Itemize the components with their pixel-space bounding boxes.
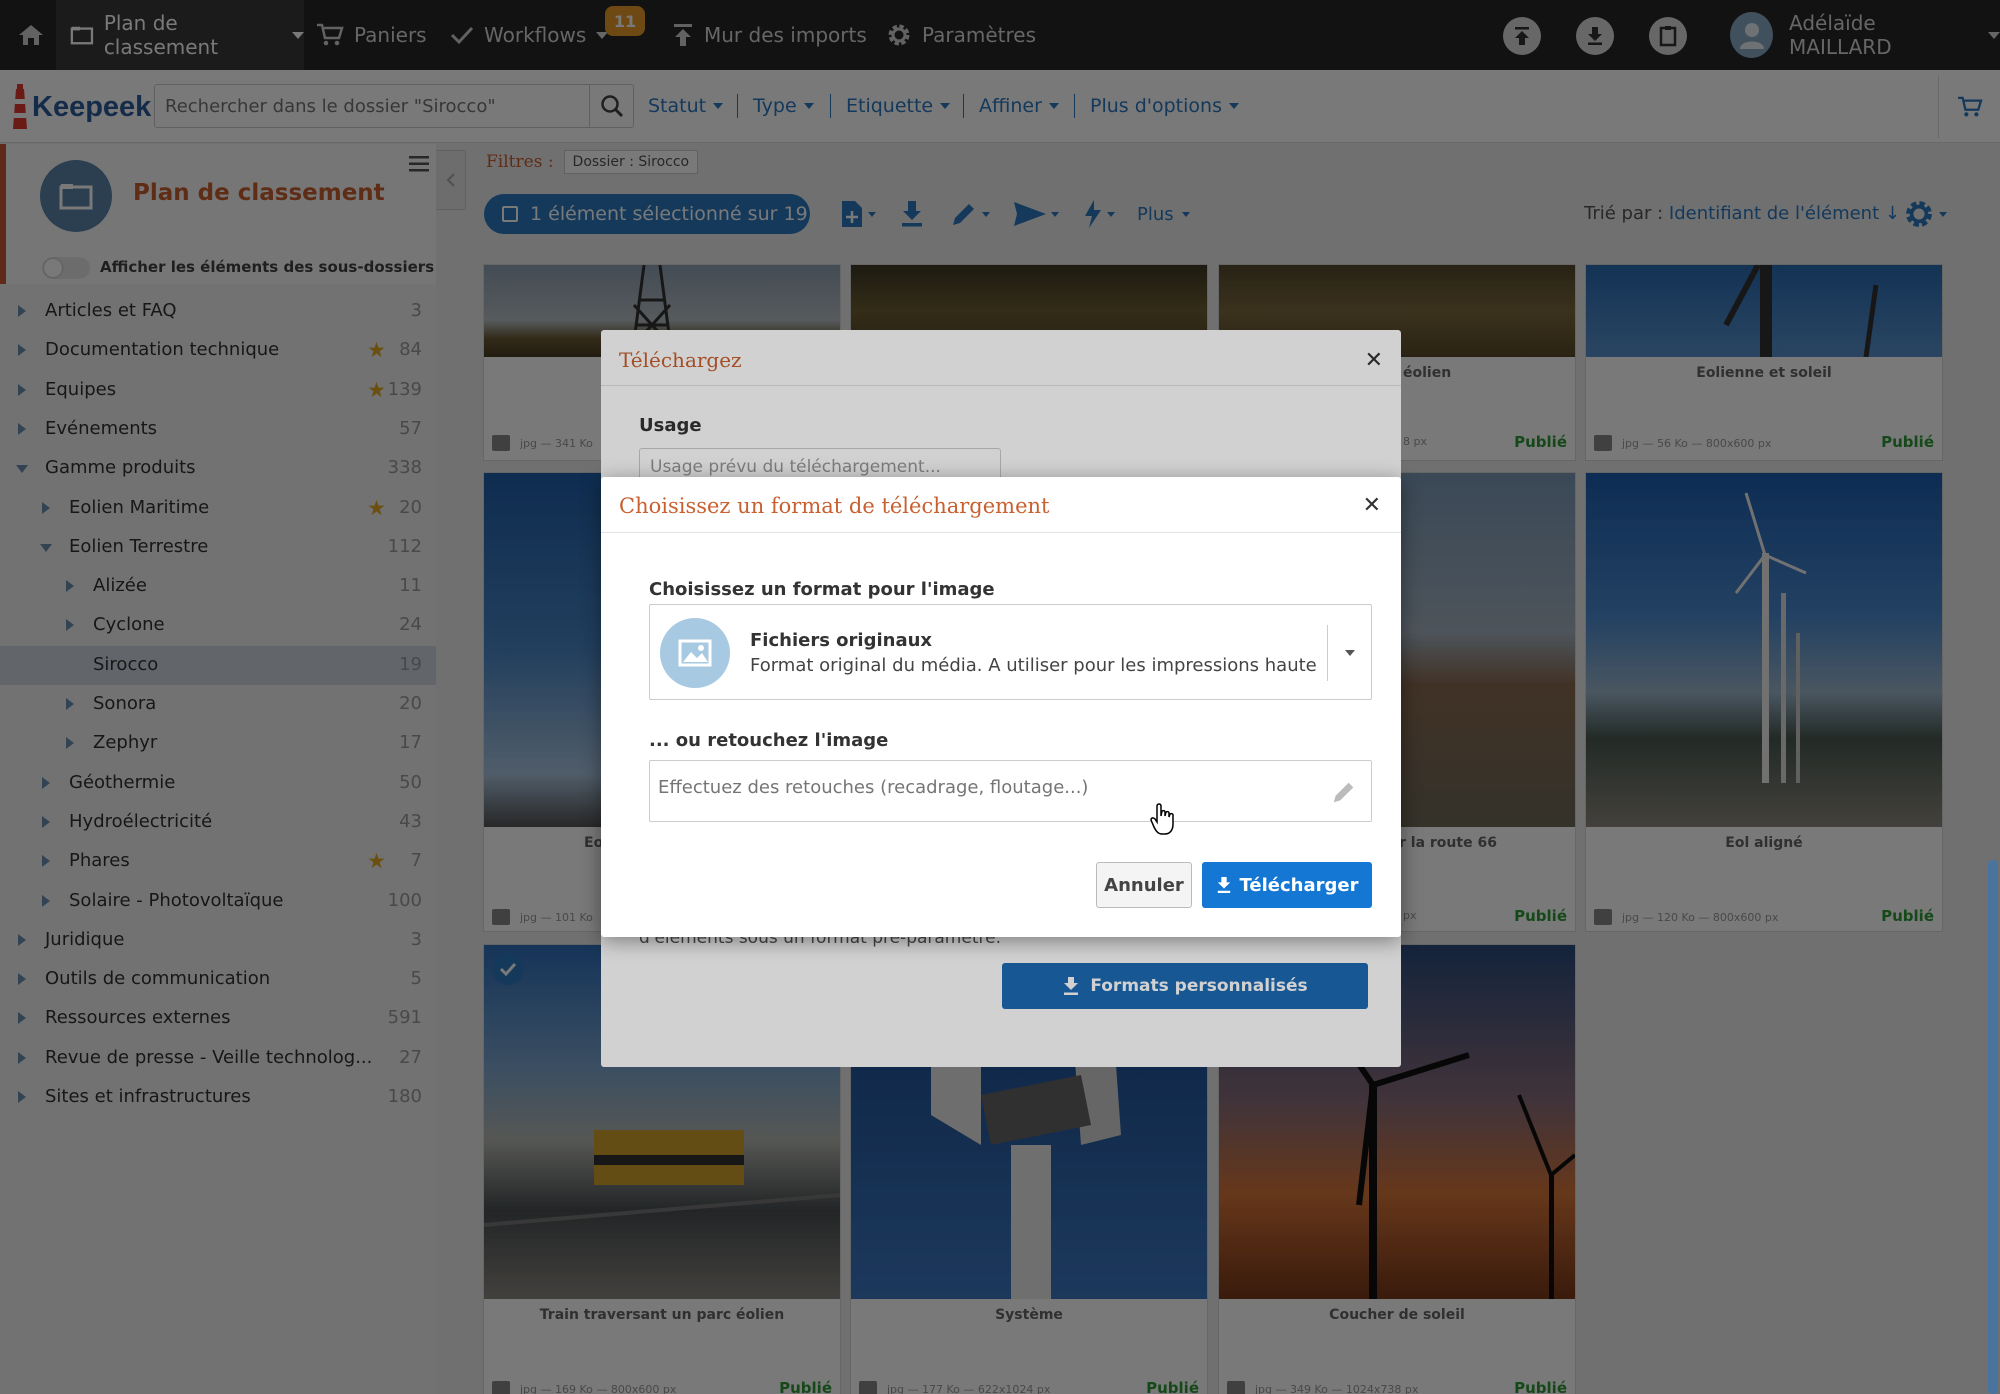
modal-header: Choisissez un format de téléchargement ✕	[601, 477, 1401, 533]
format-modal: Choisissez un format de téléchargement ✕…	[601, 477, 1401, 937]
scrollbar[interactable]	[1988, 860, 1998, 1394]
pencil-icon[interactable]	[1331, 779, 1357, 805]
format-select[interactable]: Fichiers originaux Format original du mé…	[649, 604, 1372, 700]
download-icon	[1217, 877, 1230, 893]
modal-title: Choisissez un format de téléchargement	[619, 494, 1050, 518]
format-name: Fichiers originaux	[750, 630, 933, 651]
hand-cursor-icon	[1150, 802, 1178, 836]
download-label: Télécharger	[1239, 874, 1359, 896]
format-label: Choisissez un format pour l'image	[649, 579, 995, 600]
retouch-field	[649, 760, 1372, 822]
chevron-down-icon	[1344, 650, 1355, 656]
image-icon	[678, 639, 712, 667]
dropdown-toggle[interactable]	[1327, 625, 1371, 681]
close-button[interactable]: ✕	[1363, 493, 1381, 518]
retouch-label: ... ou retouchez l'image	[649, 730, 889, 751]
format-description: Format original du média. A utiliser pou…	[750, 655, 1320, 676]
format-avatar	[660, 618, 730, 688]
cancel-button[interactable]: Annuler	[1096, 862, 1192, 908]
retouch-input[interactable]	[658, 777, 1298, 798]
close-icon: ✕	[1362, 493, 1381, 518]
download-button[interactable]: Télécharger	[1202, 862, 1372, 908]
